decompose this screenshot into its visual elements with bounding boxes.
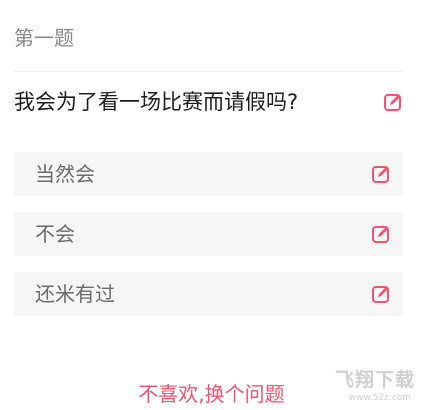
edit-icon[interactable] [371,284,391,304]
question-row: 我会为了看一场比赛而请假吗? [14,87,403,117]
option-label: 当然会 [35,162,95,186]
question-number: 第一题 [14,26,74,50]
watermark-title: 飞翔下载 [334,369,415,391]
option-item[interactable]: 当然会 [14,152,403,196]
edit-icon[interactable] [371,164,391,184]
edit-icon[interactable] [371,224,391,244]
option-item[interactable]: 不会 [14,212,403,256]
option-label: 还米有过 [35,282,115,306]
watermark-url: www.52z.com [348,393,411,403]
option-label: 不会 [35,222,75,246]
watermark: 飞翔下载 www.52z.com [319,368,415,406]
question-text: 我会为了看一场比赛而请假吗? [14,90,299,114]
divider [14,71,403,72]
edit-icon[interactable] [383,92,403,112]
option-item[interactable]: 还米有过 [14,272,403,316]
